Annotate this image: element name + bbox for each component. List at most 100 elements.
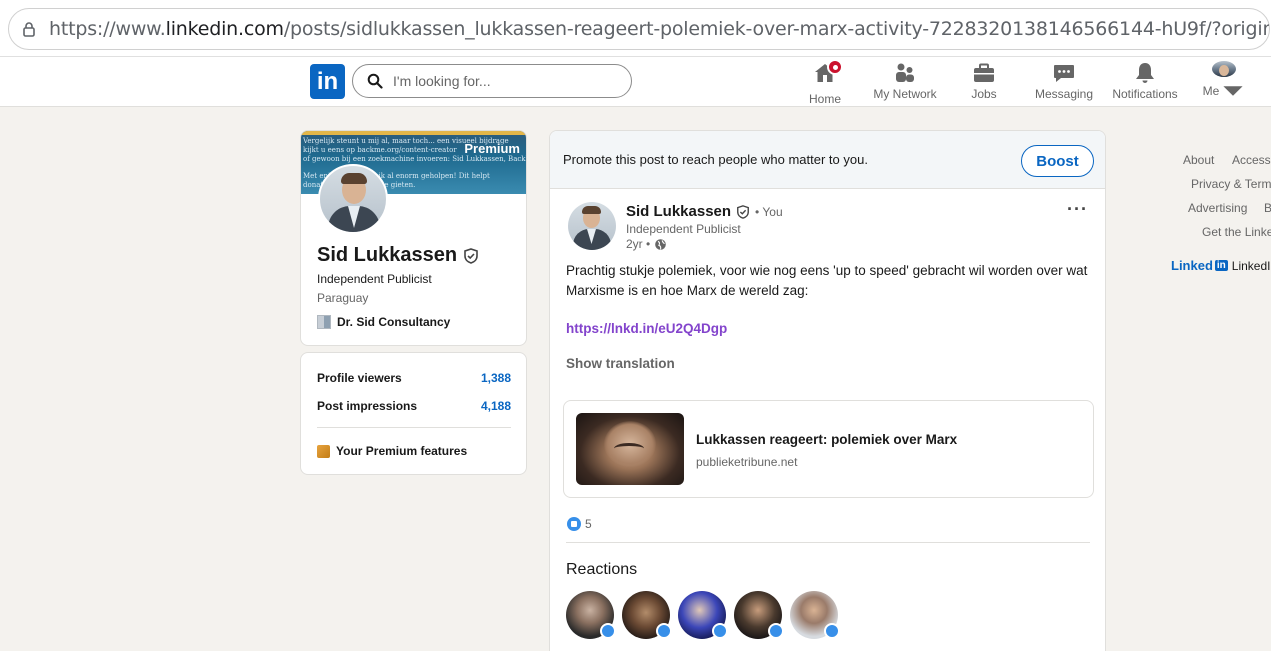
reactors-list: [566, 591, 840, 639]
promote-banner: Promote this post to reach people who ma…: [550, 131, 1105, 189]
banner-line-3: of gewoon bij een zoekmachine invoeren: …: [303, 155, 527, 163]
profile-photo[interactable]: [318, 164, 388, 234]
profile-name: Sid Lukkassen: [317, 244, 458, 266]
premium-features-label: Your Premium features: [336, 444, 468, 458]
briefcase-icon: [974, 63, 994, 82]
footer-logo-in: in: [1214, 260, 1228, 271]
nav-notifications-label: Notifications: [1112, 87, 1178, 101]
footer-linkedin-logo: Linked in LinkedI: [1171, 258, 1271, 273]
premium-icon: [317, 444, 330, 458]
reactions-heading: Reactions: [566, 561, 638, 578]
link-preview-card[interactable]: Lukkassen reageert: polemiek over Marx p…: [563, 400, 1094, 498]
divider: [566, 542, 1090, 543]
profile-headline: Independent Publicist: [317, 272, 432, 286]
footer-get-app-link[interactable]: Get the Linke: [1202, 225, 1271, 239]
like-icon: [567, 517, 581, 531]
site-info-icon[interactable]: [21, 20, 37, 38]
address-bar[interactable]: https://www.linkedin.com/posts/sidlukkas…: [8, 8, 1270, 50]
url-prefix: https://www.: [49, 18, 166, 40]
post-body: Prachtig stukje polemiek, voor wie nog e…: [566, 263, 1088, 298]
global-nav: in I'm looking for... Home My Network Jo…: [0, 57, 1271, 107]
nav-my-network-label: My Network: [873, 87, 937, 101]
banner-line-2: kijkt u eens op backme.org/content-creat…: [303, 146, 457, 154]
reactor-avatar[interactable]: [566, 591, 616, 639]
profile-viewers-value: 1,388: [480, 371, 511, 385]
profile-viewers-row[interactable]: Profile viewers 1,388: [317, 371, 511, 385]
nav-messaging[interactable]: Messaging: [1033, 61, 1095, 103]
nav-jobs[interactable]: Jobs: [965, 61, 1003, 103]
footer-logo-linked: Linked: [1171, 258, 1213, 273]
globe-icon: [655, 238, 666, 250]
premium-label: Premium: [464, 141, 520, 156]
divider: [317, 427, 511, 428]
link-preview-image: [576, 413, 684, 485]
footer-business-link[interactable]: B: [1264, 201, 1271, 215]
reaction-count: 5: [585, 517, 592, 531]
url-text[interactable]: https://www.linkedin.com/posts/sidlukkas…: [49, 18, 1269, 40]
author-headline: Independent Publicist: [626, 222, 741, 236]
nav-home-label: Home: [808, 92, 841, 106]
me-avatar: [1212, 61, 1236, 77]
link-preview-title: Lukkassen reageert: polemiek over Marx: [696, 432, 958, 447]
footer-privacy-link[interactable]: Privacy & Term: [1191, 177, 1271, 191]
author-name: Sid Lukkassen: [626, 203, 732, 220]
company-logo-icon: [317, 315, 331, 329]
like-badge-icon: [768, 623, 784, 639]
bell-icon: [1136, 63, 1154, 83]
reactor-avatar[interactable]: [734, 591, 784, 639]
url-path: /posts/sidlukkassen_lukkassen-reageert-p…: [283, 18, 1269, 40]
reactor-avatar[interactable]: [622, 591, 672, 639]
post-link[interactable]: https://lnkd.in/eU2Q4Dgp: [566, 321, 727, 336]
profile-viewers-label: Profile viewers: [317, 371, 402, 385]
profile-card: Vergelijk steunt u mij al, maar toch... …: [300, 130, 527, 346]
profile-company-name: Dr. Sid Consultancy: [337, 315, 451, 329]
verified-shield-icon: [464, 247, 478, 264]
show-translation-button[interactable]: Show translation: [566, 356, 675, 371]
linkedin-logo[interactable]: in: [310, 64, 345, 99]
nav-jobs-label: Jobs: [971, 87, 997, 101]
footer-advertising-link[interactable]: Advertising: [1188, 201, 1247, 215]
post-impressions-label: Post impressions: [317, 399, 418, 413]
boost-button[interactable]: Boost: [1021, 145, 1094, 177]
nav-me[interactable]: Me: [1203, 61, 1246, 103]
caret-down-icon: [1223, 86, 1243, 96]
banner-stripe: [301, 131, 526, 135]
reactor-avatar[interactable]: [790, 591, 840, 639]
post-meta: 2yr •: [626, 237, 667, 251]
search-placeholder: I'm looking for...: [393, 73, 491, 89]
post-age: 2yr •: [626, 237, 651, 251]
link-preview-domain: publieketribune.net: [696, 455, 798, 469]
promote-text: Promote this post to reach people who ma…: [563, 152, 868, 167]
search-icon: [367, 73, 383, 89]
browser-toolbar: https://www.linkedin.com/posts/sidlukkas…: [0, 0, 1271, 57]
people-icon: [896, 63, 914, 82]
like-badge-icon: [824, 623, 840, 639]
author-name-row[interactable]: Sid Lukkassen • You: [626, 203, 783, 220]
profile-company[interactable]: Dr. Sid Consultancy: [317, 315, 450, 329]
reactions-count[interactable]: 5: [567, 517, 592, 531]
nav-my-network[interactable]: My Network: [868, 61, 942, 103]
author-avatar[interactable]: [568, 202, 616, 250]
footer-accessibility-link[interactable]: Accessi: [1232, 153, 1271, 167]
reactor-avatar[interactable]: [678, 591, 728, 639]
url-host: linkedin.com: [165, 18, 284, 40]
premium-features-link[interactable]: Your Premium features: [317, 444, 467, 458]
more-options-button[interactable]: ···: [1067, 199, 1088, 220]
footer-about-link[interactable]: About: [1183, 153, 1214, 167]
nav-messaging-label: Messaging: [1034, 87, 1094, 101]
like-badge-icon: [712, 623, 728, 639]
profile-location: Paraguay: [317, 291, 369, 305]
like-badge-icon: [656, 623, 672, 639]
author-you-tag: • You: [755, 204, 783, 219]
search-input[interactable]: I'm looking for...: [352, 64, 632, 98]
post-impressions-value: 4,188: [480, 399, 511, 413]
verified-shield-icon: [737, 204, 749, 219]
nav-me-label-wrap: Me: [1203, 79, 1246, 103]
profile-name-row[interactable]: Sid Lukkassen: [317, 244, 479, 267]
nav-home[interactable]: Home: [806, 59, 844, 106]
profile-stats-card: Profile viewers 1,388 Post impressions 4…: [300, 352, 527, 475]
messaging-icon: [1054, 65, 1074, 82]
footer-logo-rest: LinkedI: [1231, 258, 1271, 273]
nav-notifications[interactable]: Notifications: [1110, 61, 1180, 103]
post-impressions-row[interactable]: Post impressions 4,188: [317, 399, 511, 413]
